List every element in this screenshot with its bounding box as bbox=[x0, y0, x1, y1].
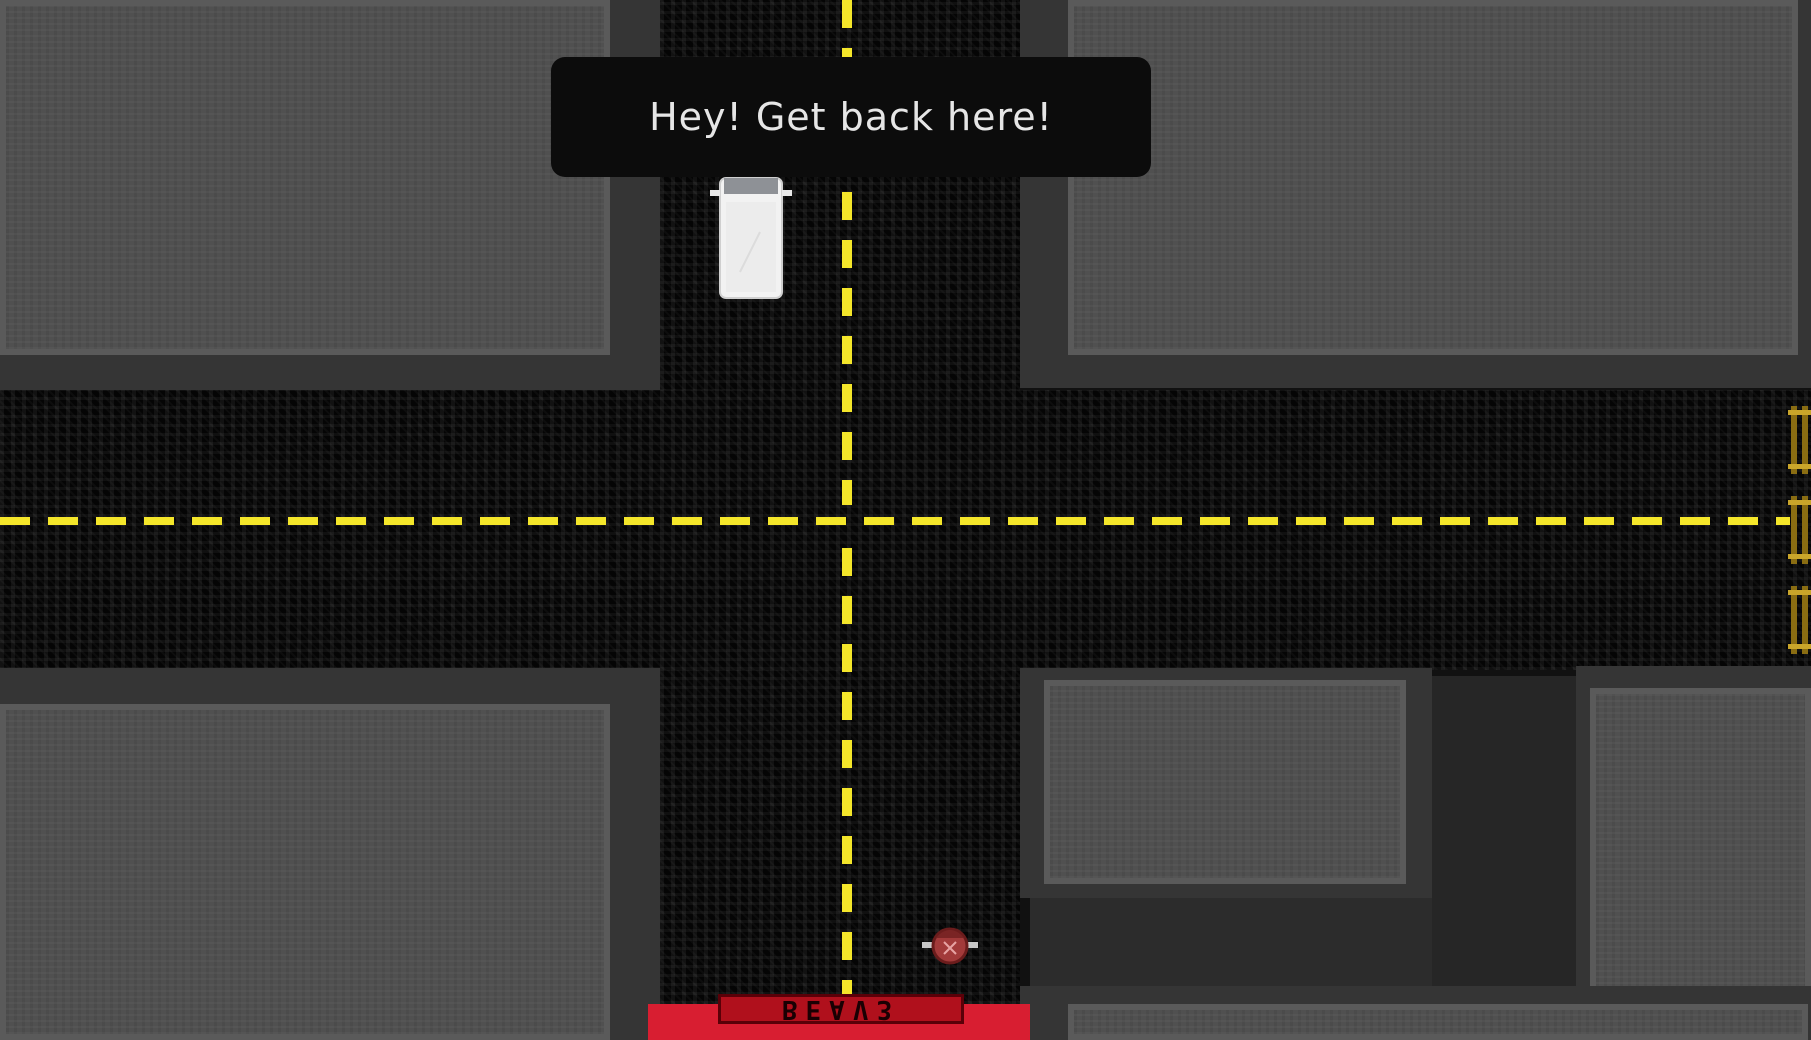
building-bottom-strip bbox=[1020, 986, 1811, 1040]
dialog-box: Hey! Get back here! bbox=[551, 57, 1151, 177]
player-character[interactable] bbox=[922, 920, 978, 966]
lane-marking-vertical-bottom bbox=[842, 548, 852, 1003]
alley bbox=[1030, 898, 1432, 986]
building-bottom-left bbox=[0, 668, 660, 1040]
lane-marking-horizontal bbox=[0, 517, 1790, 525]
white-van bbox=[710, 177, 792, 299]
road-barrier bbox=[1788, 406, 1811, 474]
dialog-text: Hey! Get back here! bbox=[649, 95, 1053, 139]
road-barrier bbox=[1788, 586, 1811, 654]
building-bottom-right bbox=[1576, 666, 1811, 1040]
exit-zone-label: BEAV3 bbox=[718, 994, 964, 1024]
road-barrier bbox=[1788, 496, 1811, 564]
building-bottom-middle bbox=[1020, 668, 1432, 898]
parking-lot bbox=[1432, 676, 1576, 986]
road-horizontal bbox=[0, 390, 1811, 670]
game-map: BEAV3 Hey! Get back here! bbox=[0, 0, 1811, 1040]
